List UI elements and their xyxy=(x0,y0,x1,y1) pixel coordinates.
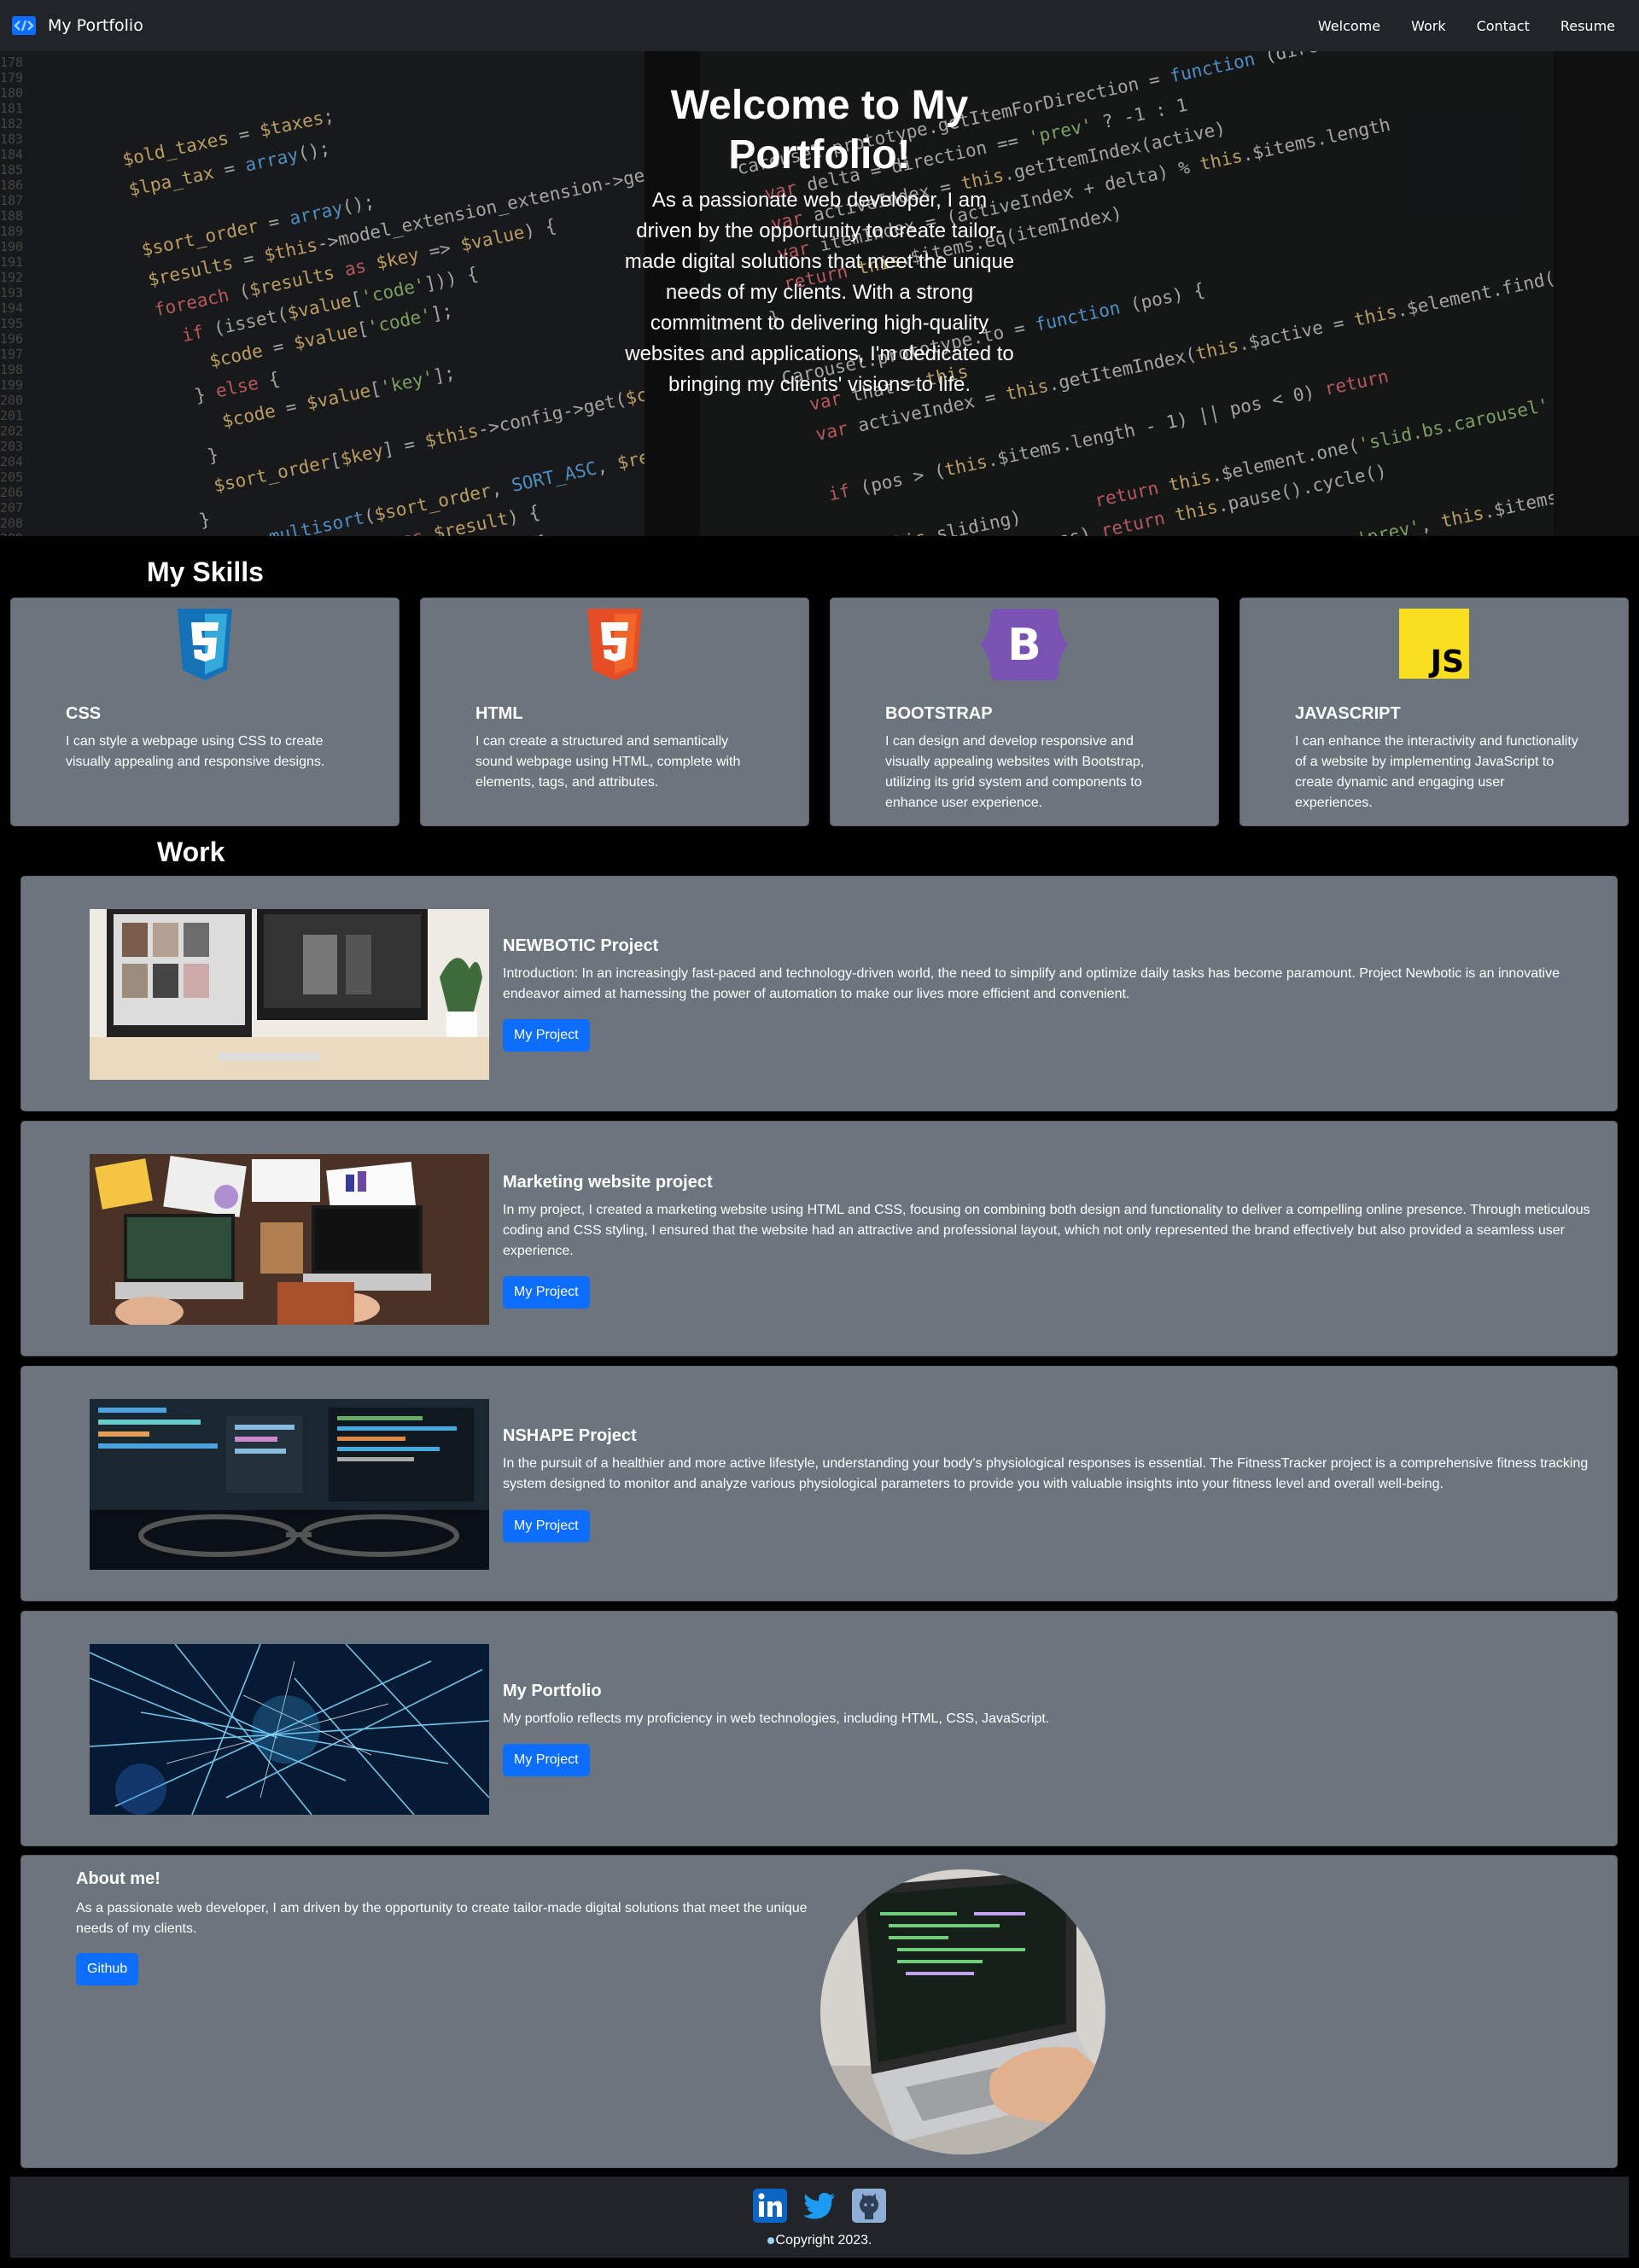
project-title: NSHAPE Project xyxy=(503,1426,637,1445)
about-photo-laptop xyxy=(820,1869,1105,2154)
skill-name: BOOTSTRAP xyxy=(885,704,993,723)
hero-subtitle: As a passionate web developer, I am driv… xyxy=(624,189,1015,396)
skill-card-bootstrap: B BOOTSTRAP I can design and develop res… xyxy=(830,598,1219,826)
nav-link-contact[interactable]: Contact xyxy=(1465,18,1542,34)
about-description: As a passionate web developer, I am driv… xyxy=(76,1901,808,1936)
skill-logo: B xyxy=(831,609,1218,680)
project-image-network-lines xyxy=(90,1644,489,1815)
twitter-icon[interactable] xyxy=(802,2189,837,2223)
copyright-label: Copyright 2023. xyxy=(775,2233,872,2248)
skill-logo xyxy=(421,609,808,680)
my-project-button[interactable]: My Project xyxy=(503,1019,590,1052)
svg-text:JS: JS xyxy=(1428,644,1464,679)
skill-name: JAVASCRIPT xyxy=(1295,704,1401,723)
code-icon xyxy=(12,16,36,35)
about-title: About me! xyxy=(76,1869,160,1888)
javascript-icon: JS xyxy=(1399,609,1469,679)
social-links xyxy=(10,2189,1629,2223)
project-card-nshape: NSHAPE Project In the pursuit of a healt… xyxy=(20,1366,1618,1601)
navbar-brand[interactable]: My Portfolio xyxy=(12,16,143,35)
nav-link-resume[interactable]: Resume xyxy=(1549,18,1627,34)
skill-card-css: CSS I can style a webpage using CSS to c… xyxy=(10,598,400,826)
github-icon[interactable] xyxy=(852,2189,886,2223)
about-section: About me! As a passionate web developer,… xyxy=(20,1855,1618,2168)
footer: Copyright 2023. xyxy=(10,2177,1629,2258)
project-description: In my project, I created a marketing web… xyxy=(503,1203,1590,1258)
project-card-marketing: Marketing website project In my project,… xyxy=(20,1121,1618,1356)
skill-logo: JS xyxy=(1240,609,1628,680)
skill-name: HTML xyxy=(475,704,523,723)
project-description: Introduction: In an increasingly fast-pa… xyxy=(503,966,1560,1001)
copyright-dot-icon xyxy=(767,2237,774,2244)
skill-description: I can design and develop responsive and … xyxy=(885,734,1145,810)
skills-heading: My Skills xyxy=(147,557,264,587)
hero-text: Welcome to My Portfolio! As a passionate… xyxy=(623,81,1016,400)
project-title: Marketing website project xyxy=(503,1173,713,1192)
nav-link-welcome[interactable]: Welcome xyxy=(1306,18,1392,34)
css3-icon xyxy=(178,609,232,680)
skill-description: I can style a webpage using CSS to creat… xyxy=(66,734,325,769)
navbar: My Portfolio Welcome Work Contact Resume xyxy=(0,0,1639,51)
nav-link-work[interactable]: Work xyxy=(1399,18,1458,34)
project-image-desk-setup xyxy=(90,909,489,1080)
copyright-text: Copyright 2023. xyxy=(10,2233,1629,2248)
project-title: My Portfolio xyxy=(503,1682,602,1700)
project-card-my-portfolio: My Portfolio My portfolio reflects my pr… xyxy=(20,1611,1618,1846)
project-image-laptops-meeting xyxy=(90,1154,489,1325)
nav-links: Welcome Work Contact Resume xyxy=(1299,18,1627,34)
project-image-code-screen xyxy=(90,1399,489,1570)
svg-text:B: B xyxy=(1007,620,1041,671)
skill-logo xyxy=(11,609,399,680)
skill-description: I can enhance the interactivity and func… xyxy=(1295,734,1578,810)
skill-description: I can create a structured and semantical… xyxy=(475,734,741,790)
my-project-button[interactable]: My Project xyxy=(503,1744,590,1776)
my-project-button[interactable]: My Project xyxy=(503,1276,590,1309)
github-button[interactable]: Github xyxy=(76,1953,139,1985)
skill-card-javascript: JS JAVASCRIPT I can enhance the interact… xyxy=(1239,598,1629,826)
work-heading: Work xyxy=(157,837,225,867)
hero-title: Welcome to My Portfolio! xyxy=(670,83,969,178)
skill-card-html: HTML I can create a structured and seman… xyxy=(420,598,809,826)
skill-name: CSS xyxy=(66,704,102,723)
bootstrap-icon: B xyxy=(980,609,1069,680)
linkedin-icon[interactable] xyxy=(753,2189,787,2223)
brand-label: My Portfolio xyxy=(48,16,143,35)
project-title: NEWBOTIC Project xyxy=(503,936,659,955)
project-description: My portfolio reflects my proficiency in … xyxy=(503,1711,1050,1726)
project-card-newbotic: NEWBOTIC Project Introduction: In an inc… xyxy=(20,876,1618,1111)
hero-section: 178 179 180 181 182 183 184 185 186 187 … xyxy=(0,51,1639,536)
my-project-button[interactable]: My Project xyxy=(503,1510,590,1542)
html5-icon xyxy=(587,609,642,680)
project-description: In the pursuit of a healthier and more a… xyxy=(503,1456,1589,1491)
